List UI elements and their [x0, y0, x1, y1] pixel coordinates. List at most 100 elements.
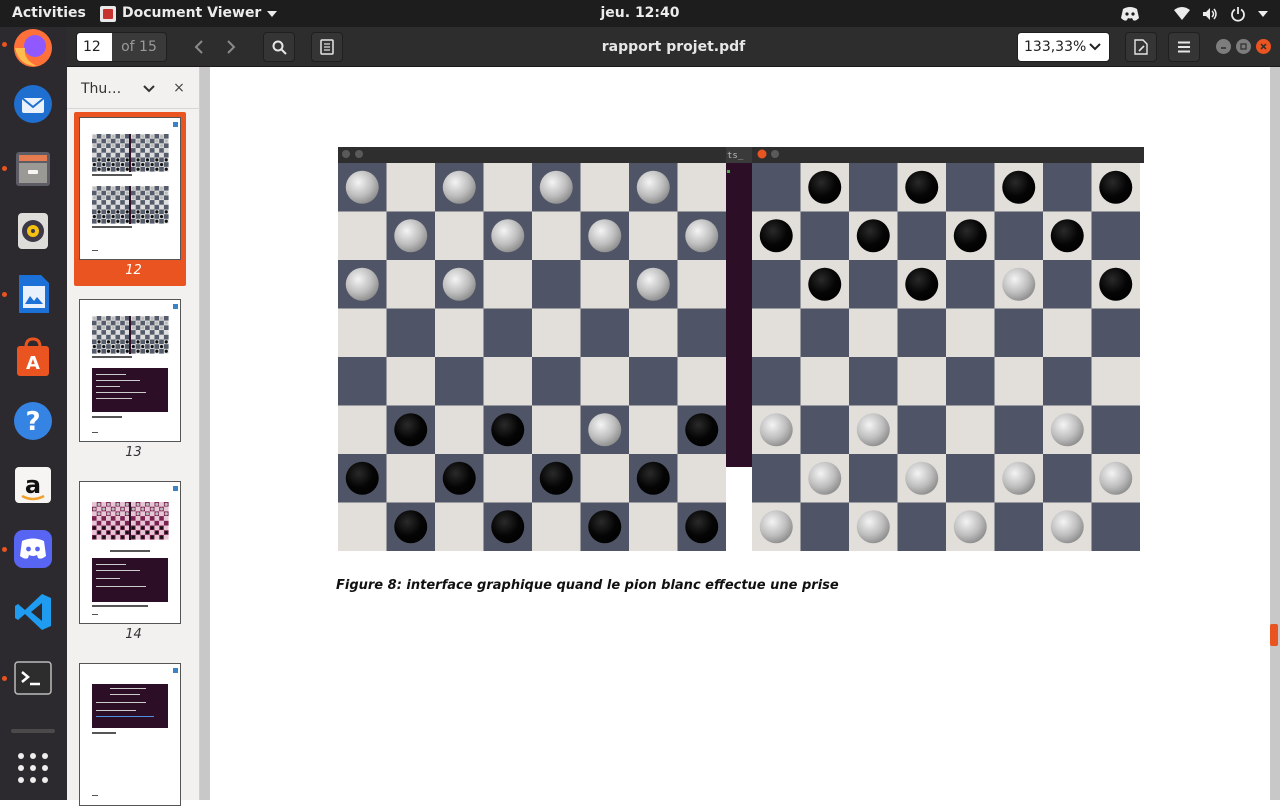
board-square — [897, 357, 946, 406]
chevron-left-icon — [194, 40, 203, 54]
sidebar-mode-selector[interactable]: Thu… — [75, 76, 155, 102]
search-button[interactable] — [263, 32, 295, 62]
page-thumbnail-12[interactable] — [79, 117, 181, 260]
white-piece — [345, 170, 379, 204]
black-piece — [856, 219, 890, 253]
board-square — [386, 308, 435, 357]
writer-launcher[interactable] — [9, 270, 57, 318]
black-piece — [539, 461, 573, 495]
vscode-launcher[interactable] — [9, 588, 57, 636]
thumbnail-preview — [80, 664, 180, 805]
files-launcher[interactable] — [9, 144, 57, 192]
sidebar-close-button[interactable]: × — [169, 78, 189, 98]
board-square — [946, 357, 995, 406]
right-checkers-board — [752, 163, 1140, 551]
running-indicator — [2, 42, 7, 47]
toggle-sidebar-button[interactable] — [311, 32, 343, 62]
chevron-right-icon — [227, 40, 236, 54]
page-number-input[interactable] — [77, 33, 112, 61]
board-square — [994, 502, 1043, 551]
discord-launcher[interactable] — [9, 525, 57, 573]
board-square — [1043, 357, 1092, 406]
running-indicator — [2, 547, 7, 552]
scrollbar-position-marker[interactable] — [1270, 624, 1278, 646]
board-square — [483, 454, 532, 503]
figure-image: ts_ — [338, 147, 1144, 551]
board-square — [994, 308, 1043, 357]
chevron-down-icon — [143, 85, 155, 93]
board-square — [435, 502, 484, 551]
board-square — [849, 260, 898, 309]
pdf-page: ts_ Figure 8: interface graphique quand … — [210, 67, 1270, 800]
board-square — [897, 211, 946, 260]
white-piece — [345, 267, 379, 301]
amazon-icon: a — [15, 467, 51, 503]
board-square — [897, 502, 946, 551]
black-piece — [953, 219, 987, 253]
sidebar-icon — [320, 39, 334, 55]
next-page-button[interactable] — [217, 32, 245, 62]
sidebar-header: Thu… × — [67, 67, 200, 109]
firefox-icon — [14, 29, 52, 67]
board-square — [386, 260, 435, 309]
zoom-selector[interactable]: 133,33% — [1017, 32, 1110, 62]
main-menu-button[interactable] — [1168, 32, 1200, 62]
rhythmbox-launcher[interactable] — [9, 207, 57, 255]
wifi-icon[interactable] — [1174, 6, 1190, 21]
black-piece — [588, 510, 622, 544]
app-menu[interactable]: Document Viewer — [100, 0, 278, 27]
white-piece — [1002, 461, 1036, 495]
board-square — [580, 163, 629, 212]
document-view[interactable]: ts_ Figure 8: interface graphique quand … — [200, 67, 1280, 800]
black-piece — [636, 461, 670, 495]
maximize-icon — [1240, 43, 1247, 50]
activities-button[interactable]: Activities — [12, 0, 86, 27]
running-indicator — [2, 166, 7, 171]
page-thumbnail-15[interactable] — [79, 663, 181, 806]
show-apps-button[interactable] — [9, 744, 57, 792]
rhythmbox-icon — [18, 213, 48, 249]
board-square — [849, 163, 898, 212]
page-thumbnail-14[interactable] — [79, 481, 181, 624]
maximize-button[interactable] — [1236, 39, 1251, 54]
board-square — [897, 308, 946, 357]
black-piece — [1002, 170, 1036, 204]
chevron-down-icon — [267, 10, 278, 17]
terminal-window-fragment — [726, 147, 752, 467]
software-launcher[interactable]: A — [9, 334, 57, 382]
annotations-button[interactable] — [1125, 32, 1157, 62]
black-piece — [1099, 170, 1133, 204]
page-thumbnail-13[interactable] — [79, 299, 181, 442]
minimize-button[interactable] — [1216, 39, 1231, 54]
chevron-down-icon[interactable] — [1258, 10, 1268, 17]
white-piece — [442, 170, 476, 204]
amazon-launcher[interactable]: a — [9, 461, 57, 509]
board-square — [994, 405, 1043, 454]
board-square — [1043, 163, 1092, 212]
show-apps-icon — [18, 753, 48, 783]
board-square — [483, 163, 532, 212]
board-square — [946, 454, 995, 503]
firefox-launcher[interactable] — [9, 24, 57, 72]
terminal-launcher[interactable] — [9, 654, 57, 702]
close-button[interactable] — [1256, 39, 1271, 54]
system-tray[interactable] — [1120, 0, 1268, 27]
discord-tray-icon[interactable] — [1120, 6, 1140, 22]
thunderbird-launcher[interactable] — [9, 80, 57, 128]
board-square — [800, 211, 849, 260]
svg-text:?: ? — [25, 407, 40, 437]
white-piece — [588, 413, 622, 447]
board-square — [1091, 211, 1140, 260]
white-piece — [953, 510, 987, 544]
svg-text:A: A — [26, 353, 40, 374]
thumbnail-sidebar: Thu… × 12 13 14 — [67, 67, 200, 806]
board-square — [435, 357, 484, 406]
board-square — [897, 405, 946, 454]
help-launcher[interactable]: ? — [9, 397, 57, 445]
volume-icon[interactable] — [1202, 7, 1218, 21]
previous-page-button[interactable] — [185, 32, 213, 62]
board-square — [1043, 260, 1092, 309]
header-bar: rapport projet.pdf of 15 133,33% — [67, 27, 1280, 67]
power-icon[interactable] — [1230, 6, 1246, 22]
top-bar: Activities Document Viewer jeu. 12:40 — [0, 0, 1280, 27]
